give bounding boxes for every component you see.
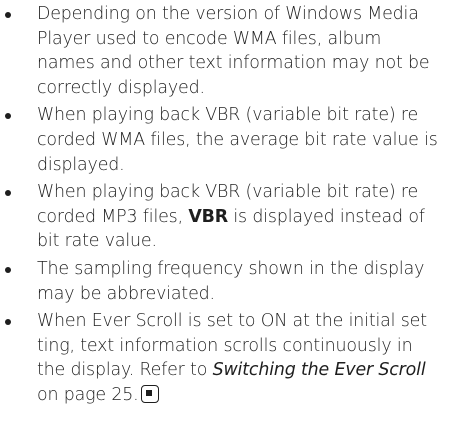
bullet-icon [5, 190, 11, 197]
note-item: When playing back VBR (variable bit rate… [0, 103, 456, 177]
page-reference: on page 25. [37, 384, 139, 405]
bullet-icon [5, 12, 11, 18]
note-line: Depending on the version of Windows Medi… [37, 4, 419, 24]
bullet-icon [5, 113, 11, 120]
note-text: is displayed instead of [228, 206, 425, 227]
vbr-emphasis: VBR [188, 206, 228, 227]
note-line: bit rate value. [37, 231, 157, 252]
note-item: The sampling frequency shown in the disp… [0, 257, 456, 306]
note-text: the display. Refer to [37, 360, 213, 381]
note-item: When Ever Scroll is set to ON at the ini… [0, 309, 456, 407]
note-line: When Ever Scroll is set to ON at the ini… [37, 311, 427, 332]
note-line: correctly displayed. [37, 77, 205, 98]
note-line: may be abbreviated. [37, 283, 215, 304]
note-line: names and other text information may not… [37, 53, 430, 74]
cross-reference-link: Switching the Ever Scroll [212, 360, 426, 381]
note-line: ting, text information scrolls continuou… [37, 335, 413, 356]
note-line: Player used to encode WMA files, album [37, 28, 382, 49]
end-of-section-icon [140, 384, 159, 403]
note-line: The sampling frequency shown in the disp… [37, 258, 425, 279]
note-line: When playing back VBR (variable bit rate… [37, 182, 419, 203]
bullet-icon [5, 266, 11, 273]
notes-list: Depending on the version of Windows Medi… [0, 2, 456, 411]
note-text: corded MP3 files, [37, 206, 189, 227]
note-line: the display. Refer to Switching the Ever… [37, 358, 456, 383]
note-item: Depending on the version of Windows Medi… [0, 2, 456, 100]
note-line: displayed. [37, 154, 125, 175]
bullet-icon [5, 319, 11, 326]
note-item: When playing back VBR (variable bit rate… [0, 180, 456, 254]
note-line: When playing back VBR (variable bit rate… [37, 105, 419, 126]
note-line: corded WMA files, the average bit rate v… [37, 129, 438, 150]
note-line: on page 25. [37, 383, 456, 408]
note-line: corded MP3 files, VBR is displayed inste… [37, 205, 456, 230]
